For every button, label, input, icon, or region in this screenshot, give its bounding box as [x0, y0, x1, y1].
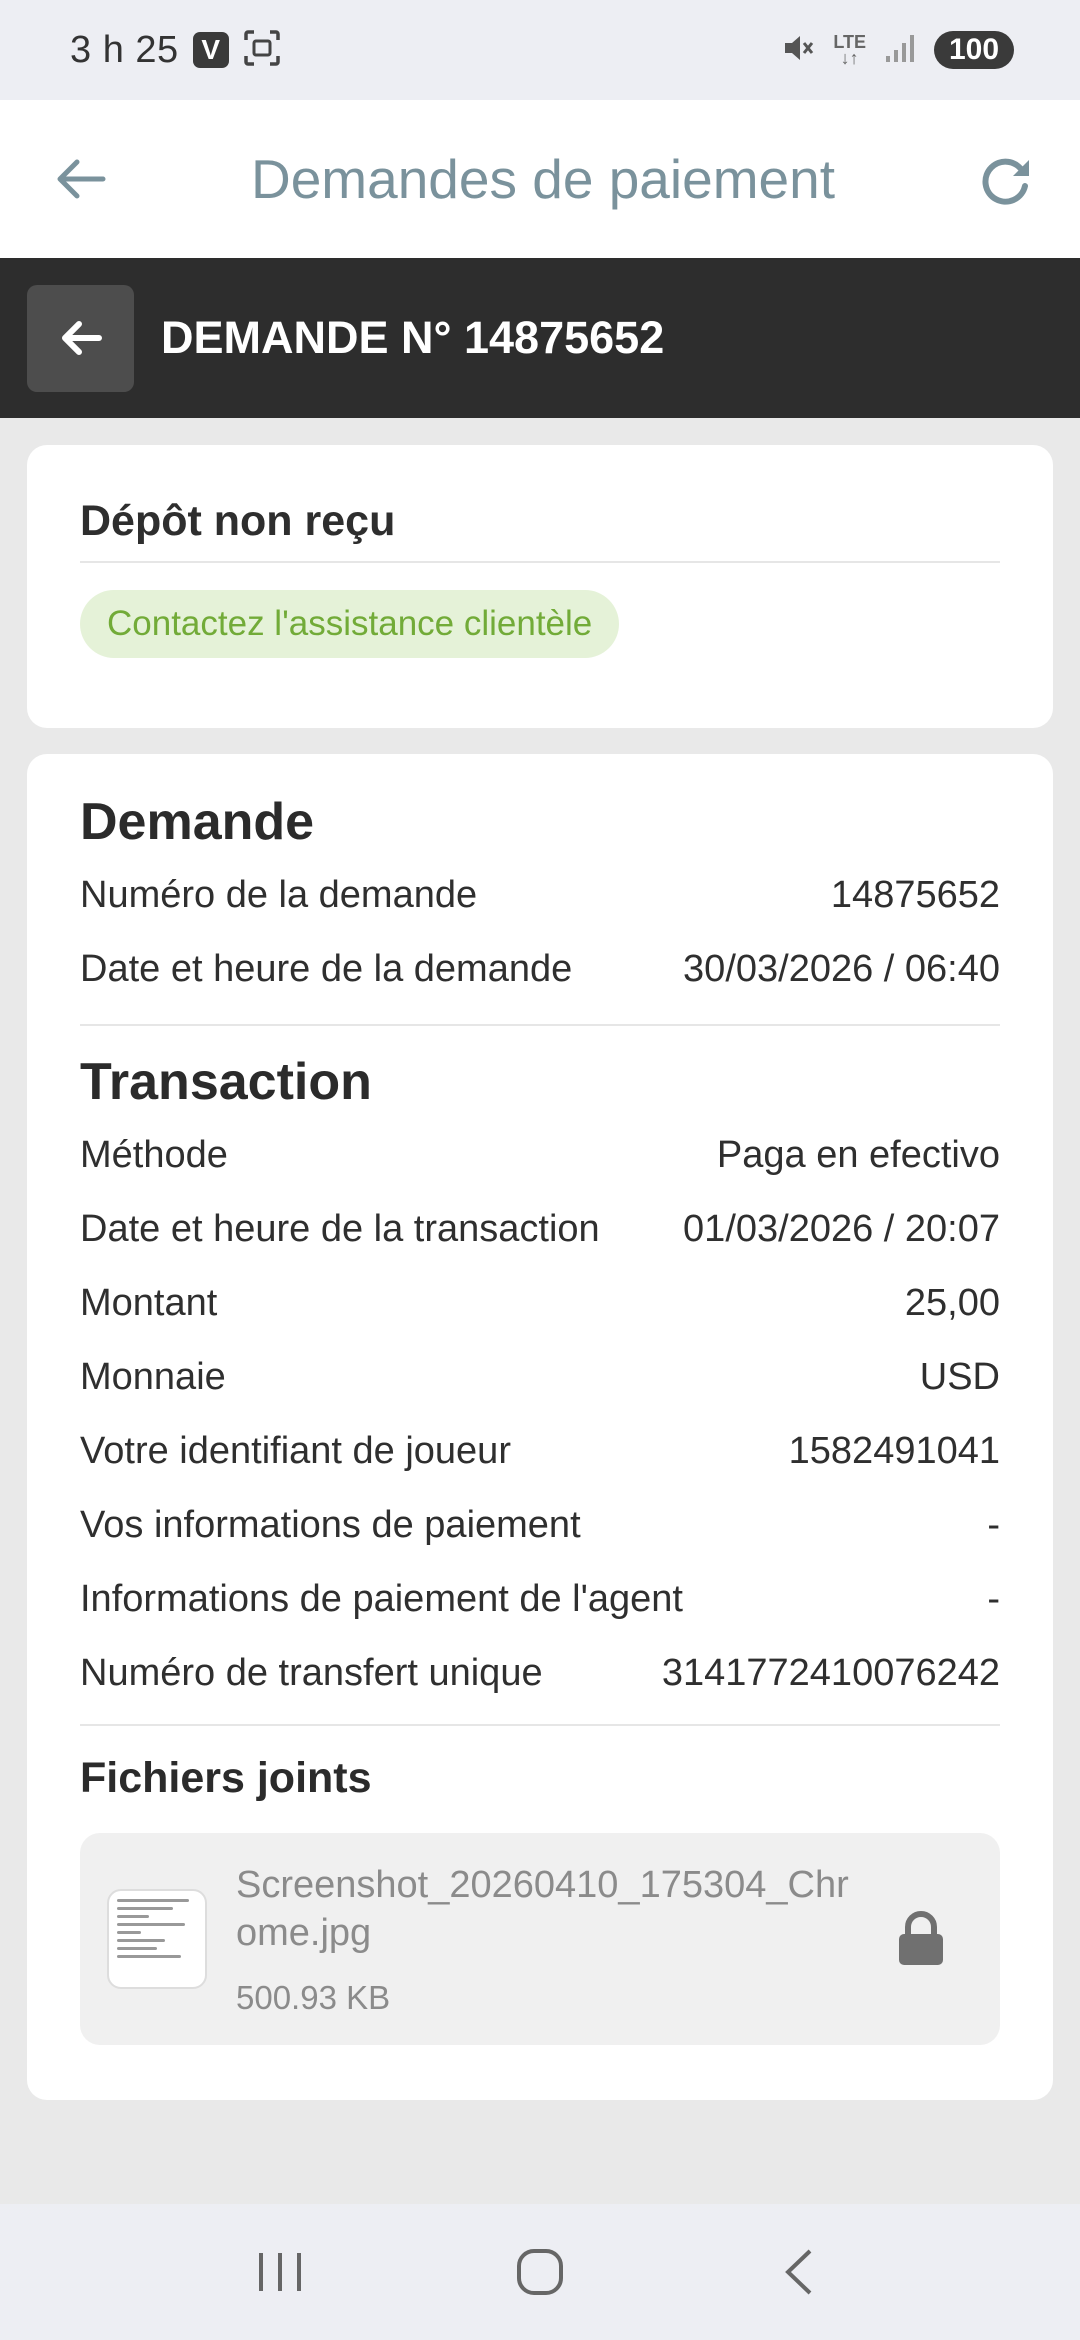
refresh-icon [982, 158, 1029, 205]
home-icon [517, 2249, 563, 2295]
app-bar: Demandes de paiement [0, 100, 1080, 258]
attachments-heading: Fichiers joints [80, 1754, 372, 1802]
row-value: 14875652 [830, 873, 1000, 916]
detail-row: Vos informations de paiement - [80, 1488, 1000, 1562]
file-size: 500.93 KB [236, 1979, 391, 2016]
detail-row: Numéro de la demande 14875652 [80, 858, 1000, 932]
row-value: Paga en efectivo [716, 1133, 1000, 1176]
lock-icon [899, 1911, 943, 1965]
request-header: DEMANDE N° 14875652 [0, 258, 1080, 418]
transaction-section-heading: Transaction [80, 1053, 372, 1111]
battery-indicator: 100 [934, 31, 1014, 69]
signal-icon [884, 32, 916, 69]
request-title: DEMANDE N° 14875652 [161, 312, 665, 363]
row-value: 3141772410076242 [661, 1651, 1000, 1694]
page-title: Demandes de paiement [251, 148, 835, 210]
status-card: Dépôt non reçu Contactez l'assistance cl… [27, 445, 1053, 728]
row-label: Méthode [80, 1133, 228, 1176]
row-value: 1582491041 [788, 1429, 1000, 1472]
screenshot-icon [243, 29, 281, 72]
detail-row: Date et heure de la demande 30/03/2026 /… [80, 932, 1000, 1006]
refresh-button[interactable] [972, 146, 1038, 212]
row-label: Informations de paiement de l'agent [80, 1577, 683, 1620]
mute-icon [781, 31, 815, 70]
row-value: 30/03/2026 / 06:40 [683, 947, 1000, 990]
arrow-left-icon [57, 159, 106, 199]
network-type: LTE ↓↑ [833, 32, 866, 68]
row-label: Numéro de la demande [80, 873, 478, 916]
file-thumbnail [107, 1889, 207, 1989]
status-title: Dépôt non reçu [80, 497, 396, 545]
file-name: Screenshot_20260410_175304_Chrome.jpg [236, 1864, 849, 1954]
back-chevron-icon [785, 2249, 812, 2295]
detail-row: Date et heure de la transaction 01/03/20… [80, 1192, 1000, 1266]
contact-support-badge[interactable]: Contactez l'assistance clientèle [80, 590, 620, 658]
attachment-item[interactable]: Screenshot_20260410_175304_Chrome.jpg 50… [80, 1833, 1000, 2045]
home-button[interactable] [505, 2237, 575, 2307]
status-time: 3 h 25 [70, 28, 179, 71]
detail-row: Numéro de transfert unique 3141772410076… [80, 1636, 1000, 1710]
row-label: Votre identifiant de joueur [80, 1429, 511, 1472]
nav-back-button[interactable] [765, 2237, 835, 2307]
detail-row: Montant 25,00 [80, 1266, 1000, 1340]
row-label: Vos informations de paiement [80, 1503, 581, 1546]
detail-row: Monnaie USD [80, 1340, 1000, 1414]
row-value: - [987, 1503, 1000, 1546]
row-value: - [987, 1577, 1000, 1620]
system-nav-bar [0, 2204, 1080, 2340]
request-section-heading: Demande [80, 793, 315, 851]
arrow-left-icon [61, 321, 102, 355]
recents-button[interactable] [245, 2237, 315, 2307]
back-button[interactable] [48, 146, 114, 212]
detail-row: Votre identifiant de joueur 1582491041 [80, 1414, 1000, 1488]
row-label: Numéro de transfert unique [80, 1651, 543, 1694]
request-back-button[interactable] [27, 284, 134, 392]
detail-row: Informations de paiement de l'agent - [80, 1562, 1000, 1636]
divider [80, 561, 1000, 563]
app-notification-icon: V [192, 32, 229, 68]
row-value: 25,00 [904, 1281, 1000, 1324]
row-label: Monnaie [80, 1355, 226, 1398]
details-card: Demande Numéro de la demande 14875652 Da… [27, 754, 1053, 2100]
status-bar: 3 h 25 V LTE ↓↑ 100 [0, 0, 1080, 100]
row-value: 01/03/2026 / 20:07 [683, 1207, 1000, 1250]
detail-row: Méthode Paga en efectivo [80, 1118, 1000, 1192]
recents-icon [259, 2253, 301, 2291]
row-value: USD [919, 1355, 1000, 1398]
row-label: Date et heure de la demande [80, 947, 573, 990]
row-label: Montant [80, 1281, 218, 1324]
row-label: Date et heure de la transaction [80, 1207, 600, 1250]
